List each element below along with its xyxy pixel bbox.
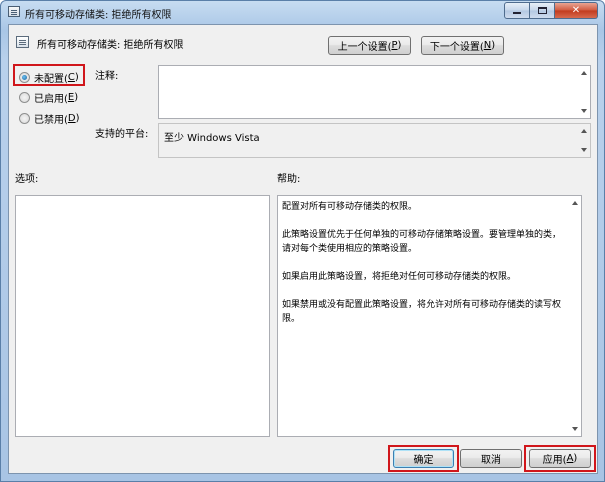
- minimize-button[interactable]: [504, 2, 530, 19]
- scroll-up-icon[interactable]: [572, 201, 578, 205]
- cancel-button[interactable]: 取消: [460, 449, 522, 468]
- comment-scrollbar[interactable]: [576, 66, 590, 118]
- next-setting-label-end: ): [491, 40, 496, 51]
- supported-platform-label: 支持的平台:: [95, 129, 149, 140]
- scroll-down-icon[interactable]: [572, 427, 578, 431]
- help-paragraph: 配置对所有可移动存储类的权限。: [282, 202, 418, 212]
- previous-setting-label-end: ): [397, 40, 402, 51]
- help-scrollbar[interactable]: [567, 196, 581, 436]
- help-paragraph: 此策略设置优先于任何单独的可移动存储策略设置。要管理单独的类，请对每个类使用相应…: [282, 230, 562, 254]
- comment-textarea[interactable]: [158, 65, 591, 119]
- previous-setting-button[interactable]: 上一个设置(P): [328, 36, 411, 55]
- scroll-up-icon[interactable]: [581, 129, 587, 133]
- title-bar[interactable]: 所有可移动存储类: 拒绝所有权限 ✕: [1, 1, 604, 23]
- previous-setting-label: 上一个设置(: [337, 42, 392, 53]
- close-button[interactable]: ✕: [555, 2, 598, 19]
- policy-title: 所有可移动存储类: 拒绝所有权限: [37, 40, 184, 51]
- highlight-ok: [388, 445, 459, 472]
- radio-accesskey: D: [67, 113, 76, 124]
- scroll-down-icon[interactable]: [581, 148, 587, 152]
- next-setting-button[interactable]: 下一个设置(N): [421, 36, 504, 55]
- radio-indicator[interactable]: [19, 92, 30, 103]
- radio-label-end: ): [74, 92, 79, 103]
- minimize-icon: [513, 12, 521, 14]
- help-paragraph: 如果禁用或没有配置此策略设置，将允许对所有可移动存储类的读写权限。: [282, 300, 562, 324]
- radio-indicator[interactable]: [19, 113, 30, 124]
- cancel-button-label: 取消: [481, 455, 501, 466]
- next-setting-accesskey: N: [483, 40, 492, 51]
- help-panel: 配置对所有可移动存储类的权限。 此策略设置优先于任何单独的可移动存储策略设置。要…: [277, 195, 582, 437]
- scroll-up-icon[interactable]: [581, 71, 587, 75]
- radio-label: 已启用(: [34, 94, 68, 105]
- radio-enabled[interactable]: 已启用(E): [19, 90, 78, 105]
- platform-scrollbar[interactable]: [576, 124, 590, 157]
- options-panel: [15, 195, 270, 437]
- next-setting-label: 下一个设置(: [429, 42, 484, 53]
- highlight-apply: [524, 445, 596, 472]
- supported-platform-value: 至少 Windows Vista: [164, 133, 260, 144]
- close-icon: ✕: [571, 5, 581, 16]
- policy-window-icon: [8, 6, 20, 17]
- window-title: 所有可移动存储类: 拒绝所有权限: [25, 10, 172, 21]
- help-label: 帮助:: [277, 174, 301, 185]
- comment-label: 注释:: [95, 71, 119, 82]
- dialog-client-area: 所有可移动存储类: 拒绝所有权限 上一个设置(P) 下一个设置(N) 未配置(C…: [8, 24, 598, 474]
- supported-platform-field: 至少 Windows Vista: [158, 123, 591, 158]
- radio-label: 已禁用(: [34, 115, 68, 126]
- radio-disabled[interactable]: 已禁用(D): [19, 111, 80, 126]
- options-label: 选项:: [15, 174, 39, 185]
- highlight-not-configured: [13, 64, 85, 86]
- maximize-icon: [537, 7, 547, 14]
- radio-label-end: ): [75, 113, 80, 124]
- help-paragraph: 如果启用此策略设置，将拒绝对任何可移动存储类的权限。: [282, 272, 517, 282]
- caption-buttons: ✕: [504, 2, 598, 19]
- policy-setting-icon: [16, 36, 29, 48]
- maximize-button[interactable]: [530, 2, 555, 19]
- scroll-down-icon[interactable]: [581, 109, 587, 113]
- help-content: 配置对所有可移动存储类的权限。 此策略设置优先于任何单独的可移动存储策略设置。要…: [282, 200, 563, 340]
- dialog-window: 所有可移动存储类: 拒绝所有权限 ✕ 所有可移动存储类: 拒绝所有权限 上一个设…: [0, 0, 605, 482]
